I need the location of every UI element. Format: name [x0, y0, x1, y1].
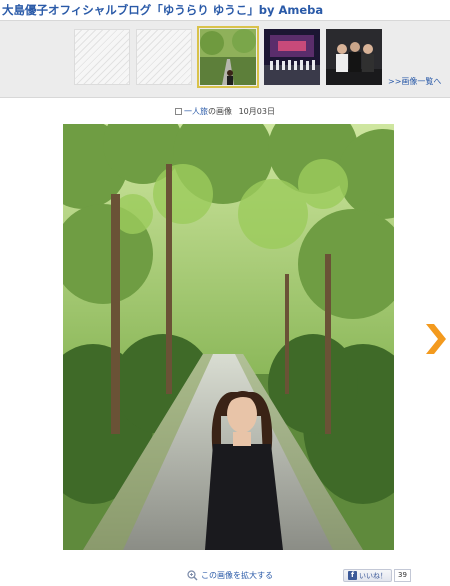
forest-path-thumbnail-image	[200, 29, 256, 85]
chevron-right-icon	[426, 324, 446, 354]
image-list-link[interactable]: >>画像一覧へ	[388, 76, 441, 87]
thumbnail-empty	[136, 29, 192, 85]
thumbnail-forest-path[interactable]	[197, 26, 259, 88]
like-label: いいね！	[359, 571, 387, 580]
facebook-like-button[interactable]: f いいね！	[343, 569, 392, 582]
caption-suffix: の画像	[208, 107, 233, 116]
photo-footer: この画像を拡大する f いいね！ 39	[0, 566, 450, 586]
group-photo-thumbnail-image	[326, 29, 382, 85]
forest-path-photo	[63, 124, 394, 550]
main-photo[interactable]	[63, 124, 394, 550]
theme-link[interactable]: 一人旅	[184, 107, 208, 116]
stage-thumbnail-image	[264, 29, 320, 85]
next-image-button[interactable]	[422, 322, 448, 356]
zoom-label: この画像を拡大する	[201, 571, 273, 580]
caption-date: 10月03日	[238, 107, 275, 116]
image-caption: 一人旅の画像 10月03日	[0, 106, 450, 117]
theme-icon	[175, 108, 183, 115]
magnifier-icon	[187, 570, 198, 581]
facebook-icon: f	[348, 571, 357, 580]
thumbnail-strip: >>画像一覧へ	[0, 20, 450, 98]
thumbnail-empty	[74, 29, 130, 85]
zoom-link[interactable]: この画像を拡大する	[187, 570, 273, 581]
blog-title[interactable]: 大島優子オフィシャルブログ「ゆうらり ゆうこ」by Ameba	[0, 0, 450, 20]
thumbnail-stage[interactable]	[264, 29, 320, 85]
like-count: 39	[394, 569, 411, 582]
thumbnail-group-photo[interactable]	[326, 29, 382, 85]
